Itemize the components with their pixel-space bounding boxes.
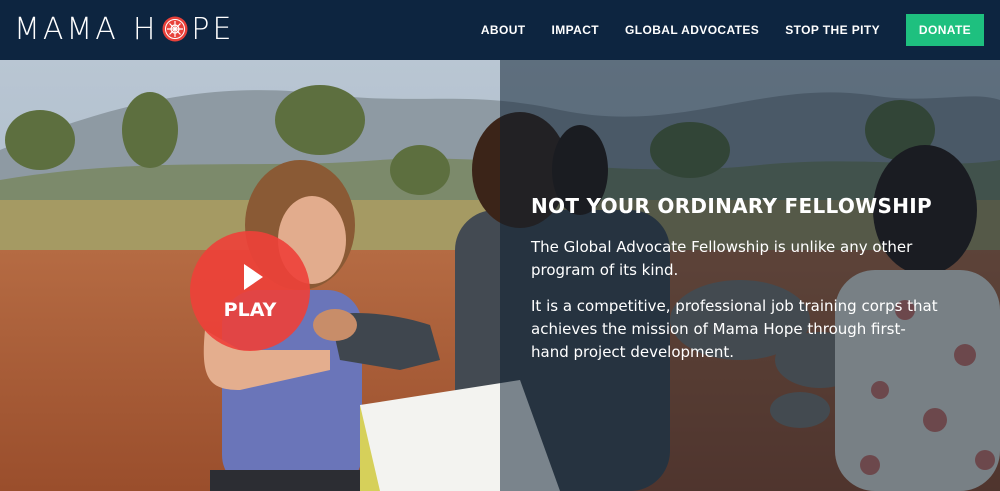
mama-hope-logo[interactable]: MAMA H PE	[14, 11, 234, 47]
hero-paragraph-2: It is a competitive, professional job tr…	[531, 297, 938, 361]
nav-item-global-advocates[interactable]: GLOBAL ADVOCATES	[625, 23, 759, 37]
site-header: MAMA H PE ABOUT IMPACT GLOBAL ADVOCATES …	[0, 0, 1000, 60]
logo-word-pe: PE	[191, 11, 235, 47]
logo-letter-h: H	[132, 11, 159, 47]
hero-section: PLAY NOT YOUR ORDINARY FELLOWSHIP The Gl…	[0, 60, 1000, 491]
nav-item-stop-the-pity[interactable]: STOP THE PITY	[785, 23, 880, 37]
play-video-button[interactable]: PLAY	[190, 231, 310, 351]
logo-seal-icon	[162, 16, 188, 42]
donate-button[interactable]: DONATE	[906, 14, 984, 46]
hero-paragraph-1: The Global Advocate Fellowship is unlike…	[531, 238, 913, 279]
nav-item-about[interactable]: ABOUT	[481, 23, 526, 37]
play-icon	[244, 264, 263, 290]
nav-item-impact[interactable]: IMPACT	[552, 23, 600, 37]
play-label: PLAY	[223, 299, 277, 321]
hero-heading: NOT YOUR ORDINARY FELLOWSHIP	[531, 194, 932, 218]
hero-copy: NOT YOUR ORDINARY FELLOWSHIP The Global …	[531, 194, 951, 377]
logo-word-mama: MAMA	[14, 11, 119, 47]
main-nav: ABOUT IMPACT GLOBAL ADVOCATES STOP THE P…	[481, 0, 1000, 60]
